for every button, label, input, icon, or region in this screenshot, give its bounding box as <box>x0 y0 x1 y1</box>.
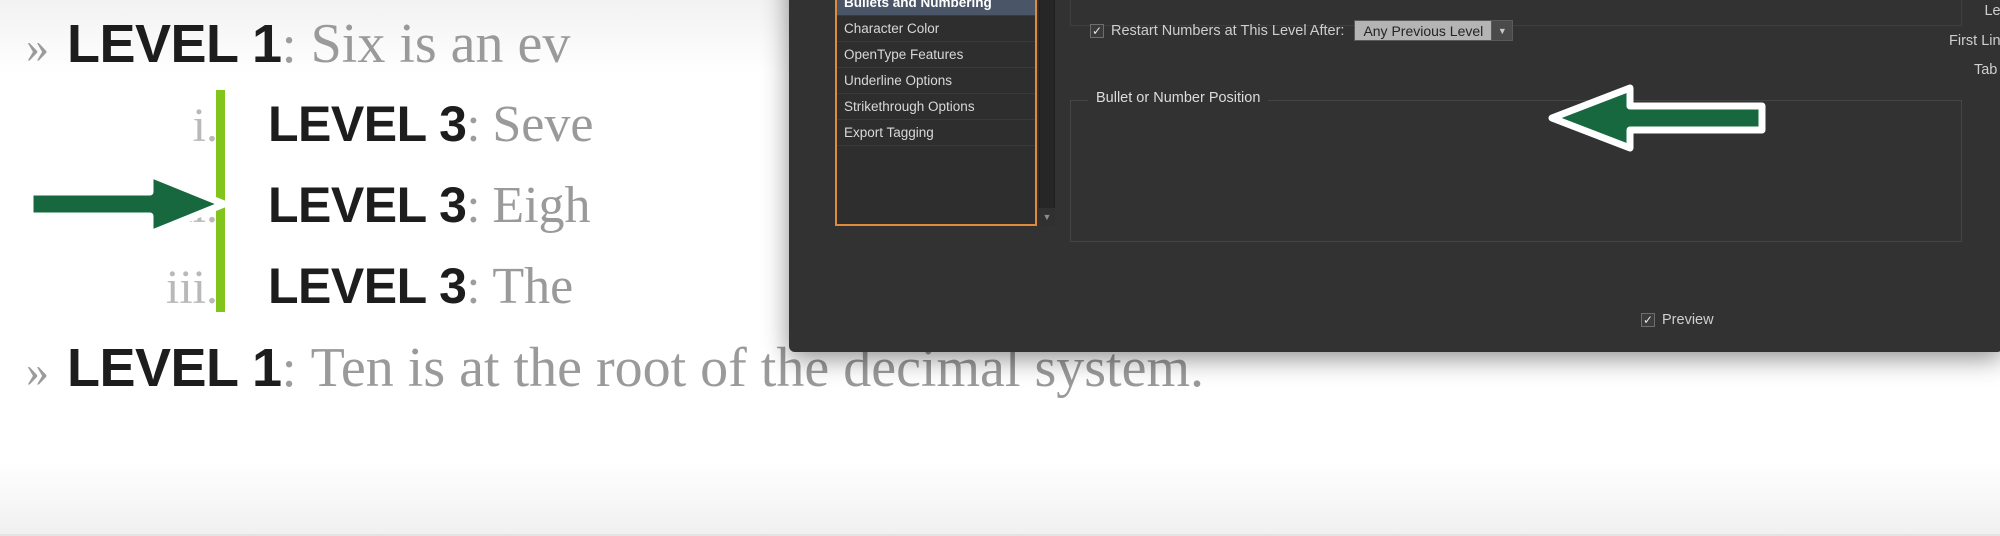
left-indent-label: Left Indent: <box>1984 3 2000 19</box>
chevron-down-icon[interactable]: ▼ <box>1039 208 1055 226</box>
style-category-list[interactable]: Bullets and Numbering Character Color Op… <box>835 0 1037 226</box>
document-line-level3-i[interactable]: i. LEVEL 3 : Seve <box>146 95 594 154</box>
level-label: LEVEL 1 <box>67 14 282 74</box>
first-line-indent-field-row[interactable]: First Line Indent: ▲ ▼ 0p0 <box>1879 30 2000 52</box>
tab-position-label: Tab Position: <box>1973 62 2000 78</box>
left-indent-field-row[interactable]: Left Indent: ▲ ▼ 2p0 <box>1879 0 2000 22</box>
bullet-marker: » <box>26 345 49 396</box>
body-text: Eigh <box>492 177 591 234</box>
level-colon: : <box>281 14 297 74</box>
level-label: LEVEL 3 <box>268 96 467 152</box>
list-item-underline-options[interactable]: Underline Options <box>837 68 1035 94</box>
list-item-export-tagging[interactable]: Export Tagging <box>837 120 1035 146</box>
preview-row[interactable]: ✓ Preview <box>1641 312 1714 328</box>
bullet-marker: » <box>26 21 49 72</box>
style-list-scrollbar[interactable] <box>1039 0 1055 226</box>
level-colon: : <box>281 338 297 398</box>
bullets-and-numbering-dialog: GREP Style Bullets and Numbering Charact… <box>789 0 2000 352</box>
list-item-opentype-features[interactable]: OpenType Features <box>837 42 1035 68</box>
roman-numeral-marker: iii. <box>165 261 218 314</box>
body-text: Seve <box>492 96 594 153</box>
restart-numbers-checkbox[interactable]: ✓ <box>1090 23 1104 38</box>
restart-numbers-row[interactable]: ✓ Restart Numbers at This Level After: A… <box>1090 20 1514 41</box>
list-item-strikethrough-options[interactable]: Strikethrough Options <box>837 94 1035 120</box>
roman-numeral-marker: i. <box>192 99 218 152</box>
bullet-number-position-legend: Bullet or Number Position <box>1088 90 1269 106</box>
restart-after-select-value: Any Previous Level <box>1355 21 1492 40</box>
restart-after-select[interactable]: Any Previous Level ▼ <box>1354 20 1514 41</box>
document-line-level3-iii[interactable]: iii. LEVEL 3 : The <box>146 257 573 316</box>
level-colon: : <box>466 177 481 233</box>
first-line-indent-label: First Line Indent: <box>1949 33 2000 49</box>
body-text: Six is an ev <box>310 13 571 75</box>
preview-checkbox[interactable]: ✓ <box>1641 313 1655 327</box>
roman-numeral-marker: ii. <box>179 180 218 233</box>
chevron-down-icon[interactable]: ▼ <box>1491 21 1513 40</box>
document-line-level1-top[interactable]: » LEVEL 1 : Six is an ev <box>26 12 570 76</box>
preview-label: Preview <box>1662 312 1714 328</box>
body-text: The <box>492 258 574 315</box>
level-colon: : <box>466 96 481 152</box>
tab-position-field-row[interactable]: Tab Position: ▲ ▼ 2p6 <box>1879 59 2000 81</box>
level-label: LEVEL 3 <box>268 177 467 233</box>
level-label: LEVEL 3 <box>268 258 467 314</box>
level-label: LEVEL 1 <box>67 338 282 398</box>
list-item-character-color[interactable]: Character Color <box>837 16 1035 42</box>
green-indent-guide-bar <box>216 90 225 312</box>
list-item-bullets-and-numbering[interactable]: Bullets and Numbering <box>837 0 1035 16</box>
restart-numbers-label: Restart Numbers at This Level After: <box>1111 22 1345 39</box>
level-colon: : <box>466 258 481 314</box>
bullet-number-position-group <box>1070 100 1962 242</box>
document-line-level3-ii[interactable]: ii. LEVEL 3 : Eigh <box>146 176 591 235</box>
screenshot-root: » LEVEL 1 : Six is an ev i. LEVEL 3 : Se… <box>0 0 2000 536</box>
